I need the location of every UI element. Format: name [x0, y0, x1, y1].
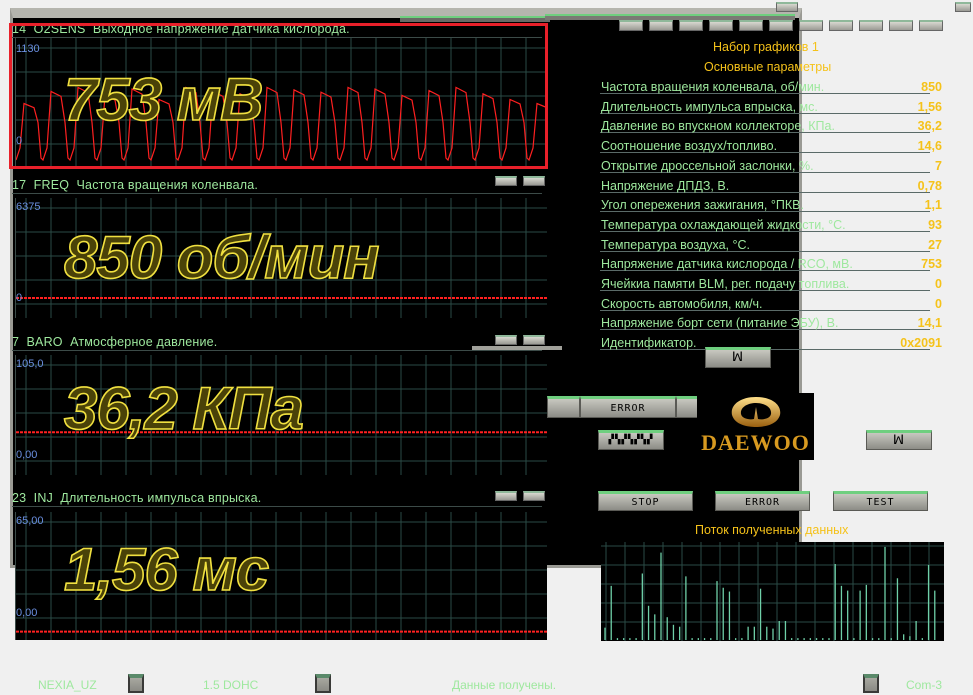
- graph-4-button-b[interactable]: [523, 491, 545, 501]
- toolbar-button-9[interactable]: [889, 20, 913, 31]
- error-button[interactable]: ERROR: [715, 491, 810, 511]
- window-button-right[interactable]: [955, 2, 971, 12]
- param-label: Идентификатор.: [601, 336, 697, 351]
- graph-4-button-a[interactable]: [495, 491, 517, 501]
- waveform-button[interactable]: ▞▚▞▚▞▚▞: [598, 430, 664, 450]
- logo-text: DAEWOO: [701, 430, 810, 455]
- param-label: Частота вращения коленвала, об/мин.: [601, 80, 825, 94]
- param-label: Ячейкиа памяти BLM, рег. подачу топлива.: [601, 277, 850, 291]
- param-value: 93: [928, 217, 942, 232]
- graph-2-label: 17 FREQ Частота вращения коленвала.: [12, 178, 542, 194]
- graph-3-plot: 105,0 0,00 36,2 КПа: [15, 355, 547, 475]
- graph-4-min: 0,00: [16, 607, 38, 619]
- error-top-button[interactable]: ERROR: [580, 396, 676, 418]
- model-button[interactable]: [128, 674, 144, 693]
- toolbar-button-6[interactable]: [799, 20, 823, 31]
- toolbar-button-10[interactable]: [919, 20, 943, 31]
- graph-2-min: 0: [16, 292, 23, 304]
- window-button[interactable]: [776, 2, 798, 12]
- param-label: Температура воздуха, °С.: [601, 237, 750, 252]
- section-title: Основные параметры: [704, 60, 832, 74]
- param-label: Давление во впускном коллекторе, КПа.: [601, 119, 835, 134]
- param-value: 14,1: [917, 316, 942, 331]
- toolbar-button-4[interactable]: [739, 20, 763, 31]
- param-label: Открытие дроссельной заслонки, %.: [601, 158, 814, 173]
- graph-3-reading: 36,2 КПа: [63, 375, 304, 442]
- param-label: Напряжение борт сети (питание ЭБУ), В.: [601, 316, 839, 331]
- model-label: NEXIA_UZ: [38, 678, 97, 692]
- toolbar-button-1[interactable]: [649, 20, 673, 31]
- param-value: 0,78: [917, 178, 942, 193]
- graph-3-max: 105,0: [16, 358, 44, 370]
- param-value: 1,1: [924, 198, 942, 213]
- waveform-icon: ▞▚▞▚▞▚▞: [608, 435, 654, 445]
- toolbar-button-7[interactable]: [829, 20, 853, 31]
- engine-label: 1.5 DOHC: [203, 678, 259, 692]
- param-label: Длительность импульса впрыска, мс.: [601, 99, 818, 114]
- graph-3-label: 7 BARO Атмосферное давление.: [12, 335, 542, 351]
- daewoo-logo: DAEWOO: [697, 393, 814, 460]
- param-value: 0x2091: [900, 336, 942, 351]
- graph-2-reading: 850 об/мин: [63, 224, 380, 291]
- toolbar-button-5[interactable]: [769, 20, 793, 31]
- graph-3-button-a[interactable]: [495, 335, 517, 345]
- param-value: 7: [935, 158, 942, 173]
- toolbar-button-0[interactable]: [619, 20, 643, 31]
- graph-4-max: 65,00: [16, 515, 44, 527]
- graph-set-title: Набор графиков 1: [713, 40, 819, 54]
- param-value: 753: [921, 257, 942, 272]
- book-button[interactable]: ꟽ: [705, 347, 771, 368]
- param-value: 0: [935, 296, 942, 311]
- error-left-button[interactable]: [547, 396, 580, 418]
- error-right-button[interactable]: [676, 396, 698, 418]
- param-value: 27: [928, 237, 942, 252]
- param-label: Скорость автомобиля, км/ч.: [601, 296, 763, 311]
- stop-button[interactable]: STOP: [598, 491, 693, 511]
- param-label: Напряжение ДПДЗ, В.: [601, 178, 730, 193]
- graph-4-plot: 65,00 0,00 1,56 мс: [15, 512, 547, 640]
- param-value: 14,6: [917, 139, 942, 154]
- toolbar-button-3[interactable]: [709, 20, 733, 31]
- param-label: Температура охлаждающей жидкости, °С.: [601, 217, 846, 232]
- toolbar-button-8[interactable]: [859, 20, 883, 31]
- status-text: Данные получены.: [452, 678, 557, 692]
- port-label: Com-3: [906, 678, 943, 692]
- param-label: Напряжение датчика кислорода / RCO, мВ.: [601, 257, 853, 272]
- graph-3-button-b[interactable]: [523, 335, 545, 345]
- graph-4-label: 23 INJ Длительность импульса впрыска.: [12, 491, 542, 507]
- stream-title: Поток полученных данных: [695, 523, 849, 537]
- graph-2-plot: 6375 0 850 об/мин: [15, 198, 547, 318]
- graph-3-min: 0,00: [16, 449, 38, 461]
- book-icon: ꟽ: [731, 350, 745, 365]
- param-label: Соотношение воздух/топливо.: [601, 139, 778, 154]
- port-button[interactable]: [863, 674, 879, 693]
- graph-highlight-frame: [9, 23, 548, 169]
- test-button[interactable]: TEST: [833, 491, 928, 511]
- param-value: 36,2: [917, 119, 942, 134]
- graph-2-button-b[interactable]: [523, 176, 545, 186]
- param-value: 0: [935, 277, 942, 291]
- param-value: 850: [921, 80, 942, 94]
- book-button-2[interactable]: ꟽ: [866, 430, 932, 450]
- param-value: 1,56: [917, 99, 942, 114]
- param-label: Угол опережения зажигания, °ПКВ.: [601, 198, 804, 213]
- data-stream-chart: [601, 542, 944, 641]
- book-icon: ꟽ: [892, 433, 906, 448]
- graph-2-max: 6375: [16, 201, 41, 213]
- toolbar-button-2[interactable]: [679, 20, 703, 31]
- slider-bar[interactable]: [472, 346, 562, 350]
- daewoo-emblem-icon: [731, 397, 780, 427]
- graph-2-button-a[interactable]: [495, 176, 517, 186]
- graph-4-reading: 1,56 мс: [63, 536, 270, 603]
- engine-button[interactable]: [315, 674, 331, 693]
